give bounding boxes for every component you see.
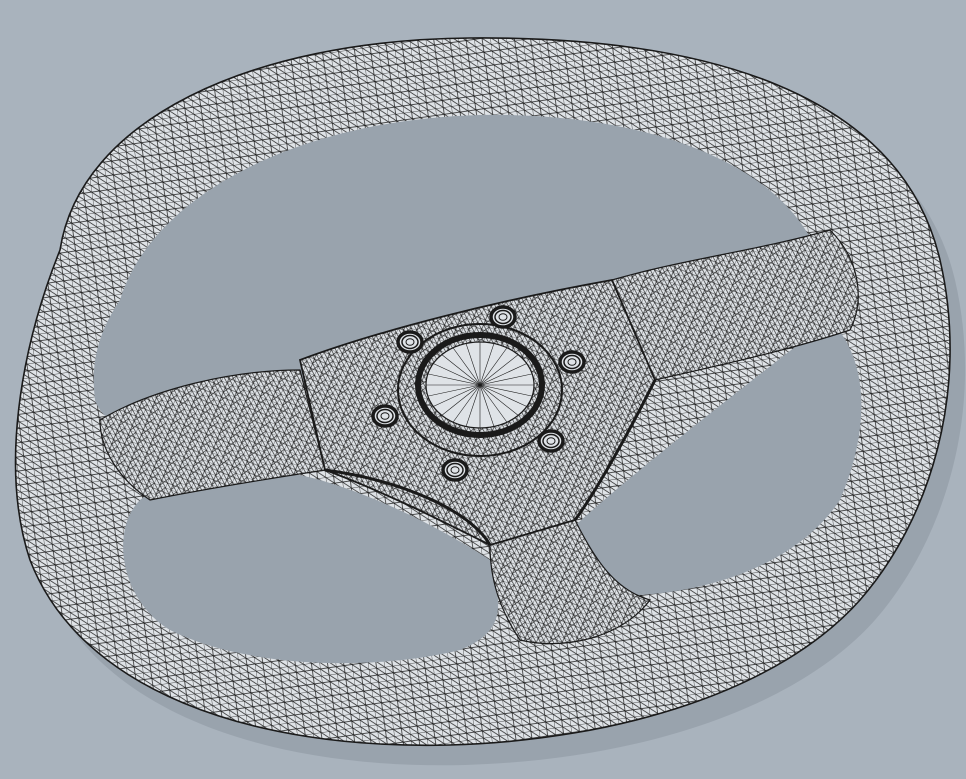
steering-wheel-model[interactable] bbox=[0, 0, 966, 779]
bolt-2 bbox=[489, 305, 517, 329]
bolt-1 bbox=[396, 330, 424, 354]
bolt-3 bbox=[558, 350, 586, 374]
bolt-4 bbox=[371, 404, 399, 428]
3d-viewport[interactable] bbox=[0, 0, 966, 779]
bolt-5 bbox=[537, 429, 565, 453]
bolt-6 bbox=[441, 458, 469, 482]
